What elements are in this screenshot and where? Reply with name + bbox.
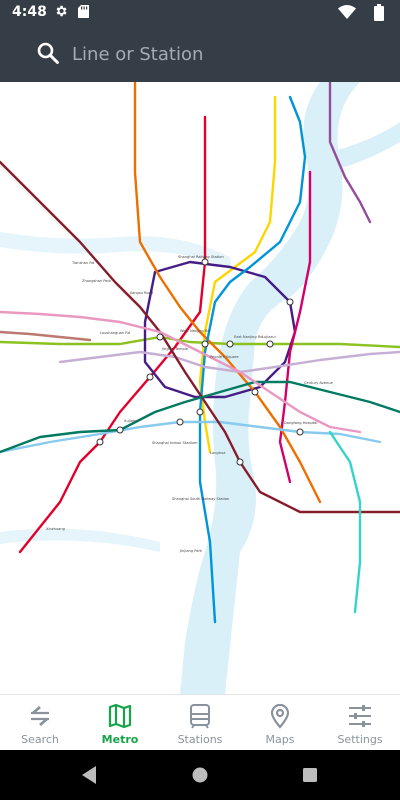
nav-search[interactable]: Search: [0, 695, 80, 750]
river-east: [330, 122, 400, 170]
gear-icon: [56, 5, 67, 17]
map-icon: [108, 703, 132, 729]
interchange-marker[interactable]: [176, 418, 184, 426]
train-icon: [190, 704, 210, 729]
station-label[interactable]: Loushanguan Rd: [100, 331, 130, 335]
station-label[interactable]: Dongfang Hospital: [284, 421, 317, 425]
interchange-marker[interactable]: [201, 258, 209, 266]
app-bar: [0, 26, 400, 82]
station-label[interactable]: Jing'an Temple: [161, 347, 189, 351]
nav-stations[interactable]: Stations: [160, 695, 240, 750]
line-16[interactable]: [328, 430, 362, 614]
battery-icon: [374, 4, 384, 21]
location-pin-icon: [270, 703, 290, 729]
interchange-marker[interactable]: [226, 340, 234, 348]
bottom-navigation: Search Metro Stations Maps Settings: [0, 694, 400, 750]
interchange-marker[interactable]: [201, 340, 209, 348]
interchange-marker[interactable]: [236, 458, 244, 466]
interchange-marker[interactable]: [116, 426, 124, 434]
nav-search-label: Search: [21, 733, 59, 746]
nav-stations-label: Stations: [177, 733, 223, 746]
line-2[interactable]: [0, 335, 400, 349]
nav-maps-label: Maps: [265, 733, 295, 746]
station-label[interactable]: Jinjiang Park: [179, 549, 203, 553]
station-label[interactable]: Lujiazui: [262, 335, 276, 339]
interchange-marker[interactable]: [156, 333, 164, 341]
metro-map[interactable]: Tianshan Rd Loushanguan Rd Zhongshan Par…: [0, 82, 400, 694]
station-label[interactable]: Zhongshan Park: [82, 279, 112, 283]
station-label[interactable]: Tianshan Rd: [71, 261, 94, 265]
line-9[interactable]: [0, 420, 382, 454]
search-route-icon: [31, 706, 49, 726]
status-bar: 4:48: [0, 0, 400, 26]
station-label[interactable]: Xujiahui: [124, 419, 139, 423]
interchange-marker[interactable]: [96, 438, 104, 446]
interchange-marker[interactable]: [266, 340, 274, 348]
river-suzhou: [0, 232, 232, 270]
station-label[interactable]: People's Square: [210, 355, 239, 359]
station-label[interactable]: Jiangsu Road: [129, 291, 153, 295]
search-icon[interactable]: [37, 42, 59, 64]
recent-apps-icon[interactable]: [303, 768, 317, 782]
sd-card-icon: [78, 5, 89, 18]
wifi-icon: [338, 5, 356, 19]
nav-settings[interactable]: Settings: [320, 695, 400, 750]
station-label[interactable]: East Nanjing Rd: [234, 335, 263, 339]
station-label[interactable]: Longhua: [210, 451, 225, 455]
home-icon[interactable]: [192, 767, 208, 783]
interchange-marker[interactable]: [296, 428, 304, 436]
interchange-marker[interactable]: [146, 373, 154, 381]
back-icon[interactable]: [80, 765, 98, 785]
station-label[interactable]: Xinzhuang: [46, 527, 65, 531]
system-navigation-bar: [0, 750, 400, 800]
nav-settings-label: Settings: [337, 733, 383, 746]
station-label[interactable]: Shanghai Indoor Stadium: [152, 441, 198, 445]
search-input[interactable]: [72, 36, 372, 72]
station-label[interactable]: Shanghai Railway Station: [178, 255, 224, 259]
interchange-marker[interactable]: [286, 298, 294, 306]
line-17[interactable]: [0, 330, 92, 342]
station-label[interactable]: Shanghai South Railway Station: [172, 497, 229, 501]
interchange-marker[interactable]: [251, 388, 259, 396]
station-label[interactable]: Century Avenue: [304, 381, 334, 385]
nav-metro[interactable]: Metro: [80, 695, 160, 750]
station-label[interactable]: West Nanjing Rd: [180, 329, 210, 333]
nav-metro-label: Metro: [101, 733, 139, 746]
nav-maps[interactable]: Maps: [240, 695, 320, 750]
metro-map-canvas[interactable]: Tianshan Rd Loushanguan Rd Zhongshan Par…: [0, 82, 400, 694]
interchange-marker[interactable]: [196, 408, 204, 416]
status-time: 4:48: [12, 4, 47, 20]
settings-sliders-icon: [349, 705, 371, 727]
